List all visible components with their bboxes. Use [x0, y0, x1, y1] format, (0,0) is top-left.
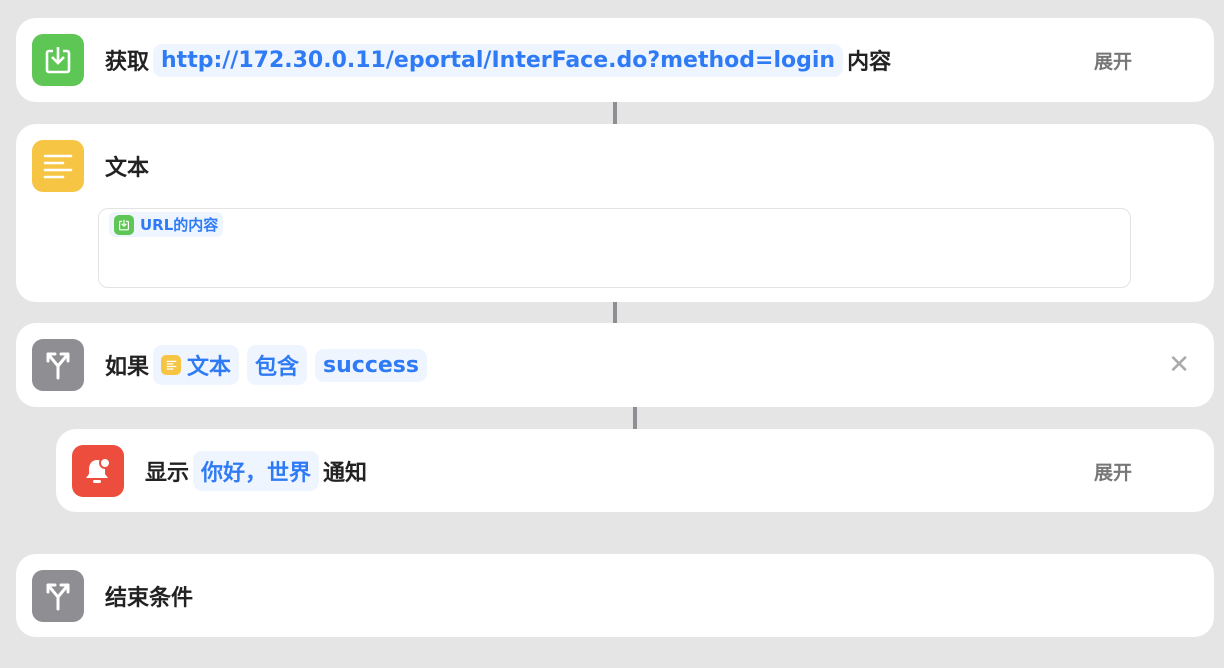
branch-icon — [32, 570, 84, 622]
connector — [633, 405, 637, 431]
expand-button[interactable]: 展开 — [1094, 458, 1132, 485]
token-label: 文本 — [187, 355, 232, 380]
condition-token[interactable]: 包含 — [247, 345, 308, 385]
variable-token[interactable]: URL的内容 — [109, 212, 224, 237]
connector — [613, 300, 617, 325]
text-lines-icon — [161, 355, 182, 375]
bell-icon — [72, 445, 124, 497]
input-token[interactable]: 文本 — [153, 345, 240, 385]
action-title: 如果 — [105, 355, 150, 380]
action-title: 获取 — [105, 50, 150, 75]
action-title: 文本 — [105, 156, 150, 181]
action-suffix: 通知 — [323, 461, 368, 486]
end-if-action[interactable]: 结束条件 — [16, 554, 1214, 637]
action-title: 结束条件 — [105, 586, 194, 611]
text-lines-icon — [32, 140, 84, 192]
close-icon[interactable]: ✕ — [1168, 350, 1190, 380]
text-action[interactable]: 文本 URL的内容 — [16, 124, 1214, 302]
message-token[interactable]: 你好，世界 — [193, 451, 320, 491]
show-notification-action[interactable]: 显示 你好，世界 通知 展开 — [56, 429, 1214, 512]
download-icon — [114, 214, 134, 235]
expand-button[interactable]: 展开 — [1094, 47, 1132, 74]
download-icon — [32, 34, 84, 86]
if-action[interactable]: 如果 文本 包含 success ✕ — [16, 323, 1214, 407]
action-title: 显示 — [145, 461, 190, 486]
action-suffix: 内容 — [847, 50, 892, 75]
branch-icon — [32, 339, 84, 391]
variable-label: URL的内容 — [140, 216, 219, 234]
text-input-field[interactable]: URL的内容 — [98, 208, 1131, 288]
value-token[interactable]: success — [315, 348, 427, 382]
get-contents-action[interactable]: 获取 http://172.30.0.11/eportal/InterFace.… — [16, 18, 1214, 102]
connector — [613, 100, 617, 126]
url-token[interactable]: http://172.30.0.11/eportal/InterFace.do?… — [153, 43, 844, 77]
